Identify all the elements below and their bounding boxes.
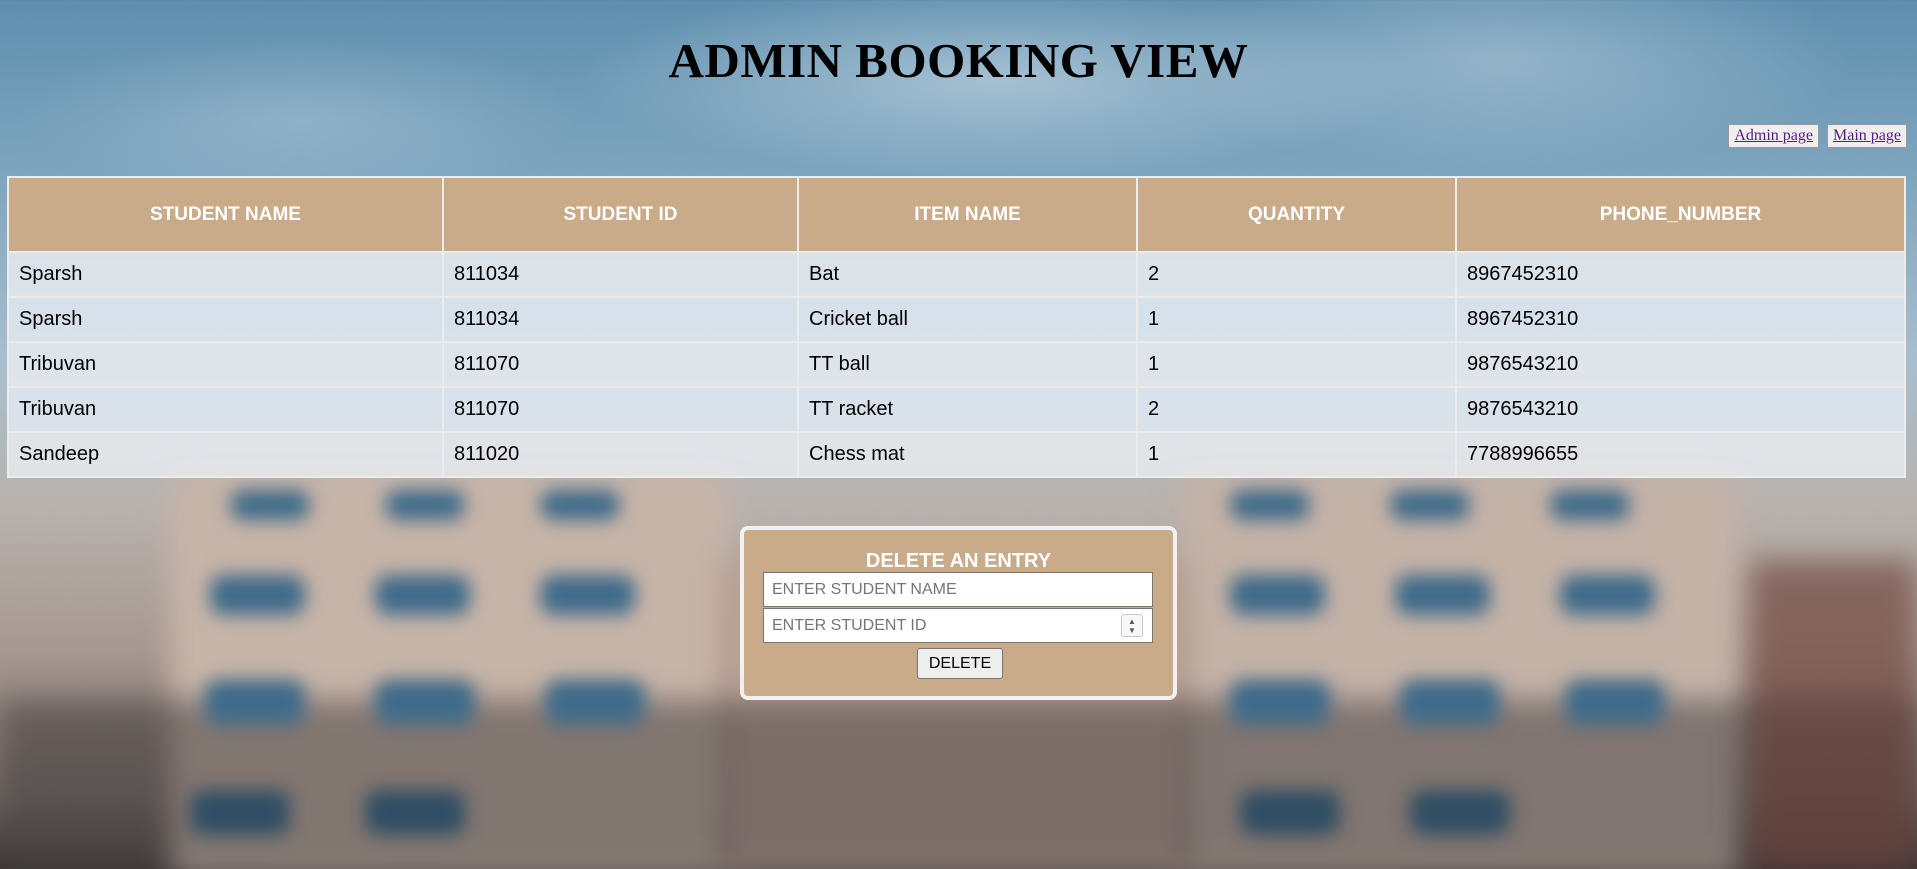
delete-button[interactable]: DELETE — [917, 648, 1003, 679]
cell-phone-number: 8967452310 — [1455, 296, 1906, 343]
table-row: Tribuvan 811070 TT racket 2 9876543210 — [7, 386, 1906, 433]
cell-phone-number: 7788996655 — [1455, 431, 1906, 478]
cell-phone-number: 9876543210 — [1455, 386, 1906, 433]
cell-student-id: 811020 — [442, 431, 799, 478]
student-name-input[interactable] — [763, 572, 1153, 607]
cell-item-name: TT ball — [797, 341, 1138, 388]
header-student-id: STUDENT ID — [442, 176, 799, 253]
cell-quantity: 2 — [1136, 251, 1457, 298]
cell-student-name: Sandeep — [7, 431, 444, 478]
cell-quantity: 2 — [1136, 386, 1457, 433]
delete-entry-form: DELETE AN ENTRY ▲ ▼ DELETE — [740, 526, 1177, 700]
chevron-down-icon[interactable]: ▼ — [1128, 626, 1136, 635]
booking-table: STUDENT NAME STUDENT ID ITEM NAME QUANTI… — [7, 176, 1906, 478]
cell-student-id: 811070 — [442, 386, 799, 433]
top-nav: Admin page Main page — [1728, 124, 1907, 148]
cell-item-name: TT racket — [797, 386, 1138, 433]
cell-student-id: 811070 — [442, 341, 799, 388]
table-header-row: STUDENT NAME STUDENT ID ITEM NAME QUANTI… — [7, 176, 1906, 253]
cell-quantity: 1 — [1136, 431, 1457, 478]
student-id-stepper[interactable]: ▲ ▼ — [1121, 614, 1143, 637]
header-student-name: STUDENT NAME — [7, 176, 444, 253]
table-row: Sandeep 811020 Chess mat 1 7788996655 — [7, 431, 1906, 478]
page-title: ADMIN BOOKING VIEW — [668, 33, 1249, 88]
table-row: Tribuvan 811070 TT ball 1 9876543210 — [7, 341, 1906, 388]
delete-form-title: DELETE AN ENTRY — [865, 550, 1052, 572]
cell-student-name: Tribuvan — [7, 386, 444, 433]
header-item-name: ITEM NAME — [797, 176, 1138, 253]
chevron-up-icon[interactable]: ▲ — [1128, 617, 1136, 626]
table-row: Sparsh 811034 Bat 2 8967452310 — [7, 251, 1906, 298]
cell-item-name: Chess mat — [797, 431, 1138, 478]
cell-student-name: Tribuvan — [7, 341, 444, 388]
cell-phone-number: 8967452310 — [1455, 251, 1906, 298]
cell-student-id: 811034 — [442, 296, 799, 343]
cell-item-name: Bat — [797, 251, 1138, 298]
cell-student-id: 811034 — [442, 251, 799, 298]
student-id-input[interactable] — [763, 608, 1153, 643]
cell-phone-number: 9876543210 — [1455, 341, 1906, 388]
main-page-link[interactable]: Main page — [1827, 124, 1907, 148]
cell-student-name: Sparsh — [7, 296, 444, 343]
table-row: Sparsh 811034 Cricket ball 1 8967452310 — [7, 296, 1906, 343]
cell-student-name: Sparsh — [7, 251, 444, 298]
cell-quantity: 1 — [1136, 341, 1457, 388]
cell-item-name: Cricket ball — [797, 296, 1138, 343]
header-phone-number: PHONE_NUMBER — [1455, 176, 1906, 253]
cell-quantity: 1 — [1136, 296, 1457, 343]
admin-page-link[interactable]: Admin page — [1728, 124, 1820, 148]
header-quantity: QUANTITY — [1136, 176, 1457, 253]
